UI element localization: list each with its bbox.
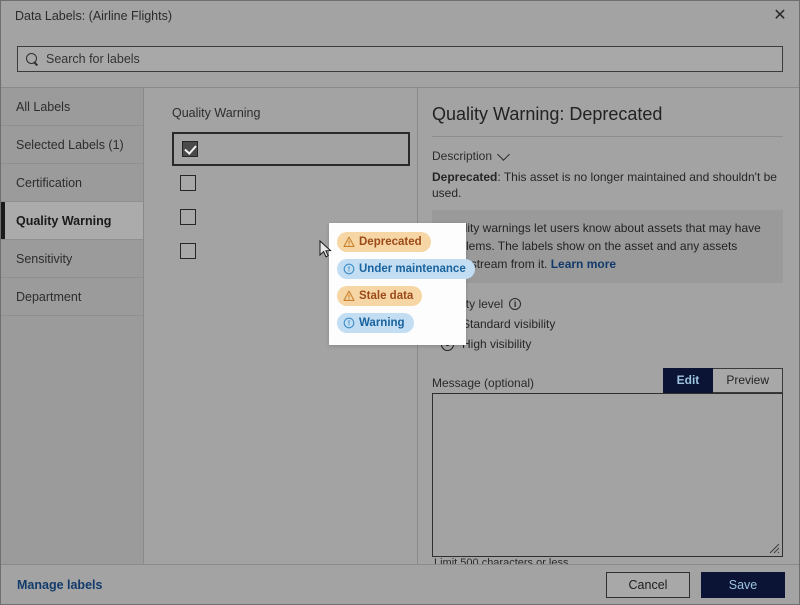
label-checkbox[interactable] (180, 243, 196, 259)
data-labels-dialog: Data Labels: (Airline Flights) ✕ Search … (0, 0, 800, 605)
warning-triangle-icon (343, 290, 355, 302)
search-row: Search for labels (1, 31, 799, 87)
description-term: Deprecated (432, 170, 497, 184)
label-detail-panel: Quality Warning: Deprecated Description … (418, 87, 799, 564)
visibility-level-header: Visibility level i (432, 297, 783, 311)
divider (432, 136, 783, 137)
chip-warning[interactable]: Warning (337, 313, 414, 333)
chip-item[interactable]: Stale data (329, 283, 466, 310)
label-checkbox[interactable] (180, 175, 196, 191)
chip-under-maintenance[interactable]: Under maintenance (337, 259, 475, 279)
info-icon[interactable]: i (509, 298, 521, 310)
close-icon[interactable]: ✕ (767, 4, 793, 28)
message-mode-tabs: Edit Preview (663, 368, 783, 393)
chip-item[interactable]: Warning (329, 310, 466, 337)
label-row[interactable] (172, 132, 410, 166)
search-input[interactable]: Search for labels (17, 46, 783, 72)
resize-grip-icon[interactable] (769, 543, 780, 554)
sidebar-item-selected-labels[interactable]: Selected Labels (1) (1, 126, 143, 164)
chip-label: Under maintenance (359, 263, 466, 275)
message-textarea[interactable] (432, 393, 783, 557)
label-checkbox[interactable] (180, 209, 196, 225)
page-title: Quality Warning: Deprecated (432, 104, 783, 125)
radio-high-visibility[interactable]: High visibility (441, 337, 783, 351)
radio-label: Standard visibility (462, 317, 555, 331)
dialog-title: Data Labels: (Airline Flights) (15, 9, 172, 23)
sidebar-item-department[interactable]: Department (1, 278, 143, 316)
dialog-footer: Manage labels Cancel Save (1, 564, 799, 604)
chip-stale-data[interactable]: Stale data (337, 286, 422, 306)
info-box: Quality warnings let users know about as… (432, 210, 783, 283)
info-circle-icon (343, 263, 355, 275)
message-header: Message (optional) Edit Preview (432, 368, 783, 393)
label-chips-popup: Deprecated Under maintenance (329, 223, 466, 345)
label-row[interactable] (172, 166, 410, 200)
tab-preview[interactable]: Preview (713, 368, 783, 393)
sidebar-item-all-labels[interactable]: All Labels (1, 88, 143, 126)
radio-label: High visibility (462, 337, 531, 351)
chip-deprecated[interactable]: Deprecated (337, 232, 431, 252)
chip-label: Warning (359, 317, 405, 329)
cancel-button[interactable]: Cancel (606, 572, 690, 598)
learn-more-link[interactable]: Learn more (551, 257, 616, 271)
dialog-titlebar: Data Labels: (Airline Flights) ✕ (1, 1, 799, 31)
search-placeholder: Search for labels (46, 52, 140, 66)
sidebar-item-certification[interactable]: Certification (1, 164, 143, 202)
sidebar-item-label: Certification (16, 176, 82, 190)
footer-buttons: Cancel Save (606, 572, 785, 598)
radio-standard-visibility[interactable]: Standard visibility (441, 317, 783, 331)
chip-item[interactable]: Under maintenance (329, 256, 466, 283)
chip-item[interactable]: Deprecated (329, 229, 466, 256)
label-list-panel: Quality Warning (144, 87, 418, 564)
group-title: Quality Warning (172, 106, 417, 120)
sidebar-item-quality-warning[interactable]: Quality Warning (1, 202, 143, 240)
warning-triangle-icon (343, 236, 355, 248)
sidebar-item-sensitivity[interactable]: Sensitivity (1, 240, 143, 278)
chevron-down-icon (497, 148, 510, 161)
description-text: Deprecated: This asset is no longer main… (432, 169, 783, 201)
description-toggle[interactable]: Description (432, 149, 783, 163)
message-label: Message (optional) (432, 376, 534, 393)
dialog-body: All Labels Selected Labels (1) Certifica… (1, 87, 799, 564)
label-checkbox[interactable] (182, 141, 198, 157)
chip-label: Stale data (359, 290, 413, 302)
sidebar-item-label: Sensitivity (16, 252, 72, 266)
search-icon (26, 53, 39, 66)
info-circle-icon (343, 317, 355, 329)
manage-labels-link[interactable]: Manage labels (17, 578, 102, 592)
description-toggle-label: Description (432, 149, 492, 163)
sidebar-item-label: Selected Labels (1) (16, 138, 124, 152)
character-limit-hint: Limit 500 characters or less (432, 557, 783, 564)
save-button[interactable]: Save (701, 572, 785, 598)
sidebar-item-label: Quality Warning (16, 214, 111, 228)
sidebar-item-label: All Labels (16, 100, 70, 114)
sidebar: All Labels Selected Labels (1) Certifica… (1, 87, 144, 564)
tab-edit[interactable]: Edit (663, 368, 714, 393)
chip-label: Deprecated (359, 236, 422, 248)
sidebar-item-label: Department (16, 290, 81, 304)
